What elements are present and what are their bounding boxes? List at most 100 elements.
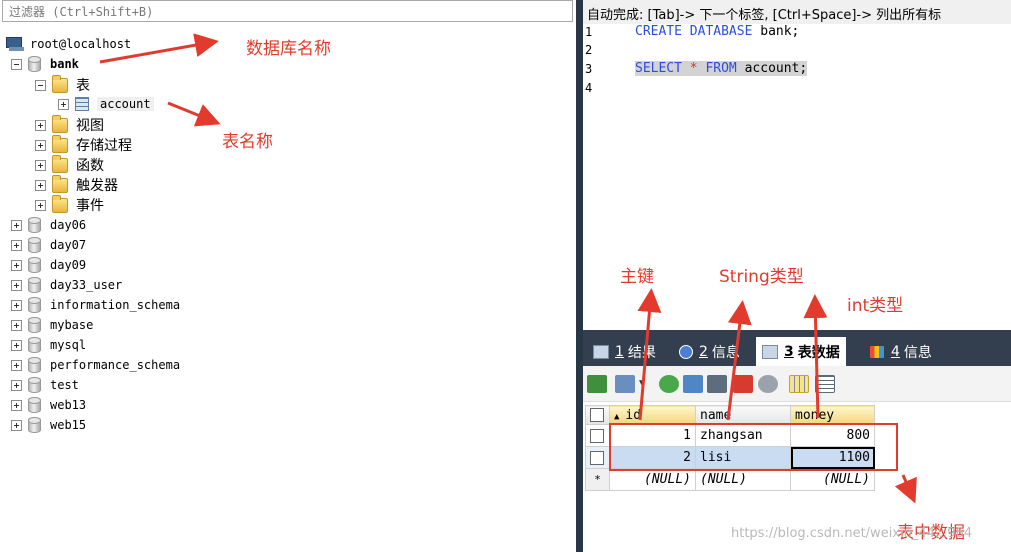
tab-label: 结果 bbox=[627, 344, 656, 361]
folder-icon bbox=[52, 74, 68, 93]
expand-icon[interactable] bbox=[35, 139, 46, 151]
tree-database[interactable]: day33_user bbox=[11, 275, 122, 295]
column-label: id bbox=[625, 407, 642, 423]
database-label: day06 bbox=[50, 218, 87, 232]
database-label: mysql bbox=[50, 338, 87, 352]
expand-icon[interactable] bbox=[35, 179, 46, 191]
sort-asc-icon: ▲ bbox=[614, 411, 620, 422]
row-checkbox[interactable] bbox=[585, 446, 610, 469]
grid-view-icon[interactable] bbox=[789, 375, 809, 393]
tree-table-account[interactable]: account bbox=[58, 94, 154, 114]
tree-server[interactable]: root@localhost bbox=[6, 34, 131, 54]
database-icon bbox=[28, 397, 41, 413]
cell-id[interactable]: (NULL) bbox=[609, 468, 696, 491]
filter-input[interactable]: 过滤器 (Ctrl+Shift+B) bbox=[2, 0, 573, 22]
expand-icon[interactable] bbox=[11, 419, 22, 431]
database-label: information_schema bbox=[50, 298, 181, 312]
tree-database[interactable]: mysql bbox=[11, 335, 86, 355]
table-data-icon bbox=[762, 344, 778, 359]
column-label: name bbox=[700, 407, 732, 423]
keyword: SELECT bbox=[635, 61, 682, 76]
folder-label: 触发器 bbox=[76, 178, 118, 194]
expand-icon[interactable] bbox=[11, 379, 22, 391]
tree-folder-tables[interactable]: 表 bbox=[35, 74, 90, 95]
expand-icon[interactable] bbox=[11, 219, 22, 231]
column-header-money[interactable]: money bbox=[790, 405, 875, 425]
tree-database[interactable]: web15 bbox=[11, 415, 86, 435]
cell-money[interactable]: (NULL) bbox=[790, 468, 875, 491]
database-icon bbox=[28, 257, 41, 273]
collapse-icon[interactable] bbox=[35, 79, 46, 91]
tree-database[interactable]: mybase bbox=[11, 315, 93, 335]
tab-number: 3 bbox=[784, 343, 794, 360]
database-icon bbox=[28, 377, 41, 393]
info-icon bbox=[679, 344, 693, 359]
tab-label: 信息 bbox=[711, 344, 740, 361]
new-row[interactable]: * (NULL) (NULL) (NULL) bbox=[585, 468, 875, 491]
folder-icon bbox=[52, 174, 68, 193]
import-icon[interactable] bbox=[615, 375, 635, 393]
tab-messages[interactable]: 2 信息 bbox=[673, 337, 746, 366]
tree-database[interactable]: test bbox=[11, 375, 79, 395]
folder-label: 存储过程 bbox=[76, 138, 132, 154]
column-header-name[interactable]: name bbox=[695, 405, 791, 425]
expand-icon[interactable] bbox=[35, 199, 46, 211]
expand-icon[interactable] bbox=[11, 359, 22, 371]
tree-folder[interactable]: 存储过程 bbox=[35, 134, 132, 155]
collapse-icon[interactable] bbox=[11, 58, 22, 70]
tree-database[interactable]: performance_schema bbox=[11, 355, 180, 375]
tree-database[interactable]: day09 bbox=[11, 255, 86, 275]
server-icon bbox=[6, 37, 24, 51]
code-line-3[interactable]: SELECT * FROM account; bbox=[635, 61, 808, 76]
text-view-icon[interactable] bbox=[815, 375, 835, 393]
database-label: mybase bbox=[50, 318, 94, 332]
expand-icon[interactable] bbox=[35, 119, 46, 131]
row-checkbox[interactable] bbox=[585, 424, 610, 447]
tree-db-bank[interactable]: bank bbox=[11, 54, 79, 74]
expand-icon[interactable] bbox=[58, 98, 69, 110]
column-header-id[interactable]: ▲ id bbox=[609, 405, 696, 425]
tree-folder[interactable]: 事件 bbox=[35, 194, 104, 215]
dropdown-icon[interactable]: ▼ bbox=[637, 378, 647, 396]
tree-database[interactable]: day07 bbox=[11, 235, 86, 255]
expand-icon[interactable] bbox=[11, 259, 22, 271]
tab-label: 信息 bbox=[903, 344, 932, 361]
tab-label: 表数据 bbox=[797, 344, 840, 361]
autocomplete-hint: 自动完成: [Tab]-> 下一个标签, [Ctrl+Space]-> 列出所有… bbox=[583, 0, 1011, 24]
save-icon[interactable] bbox=[707, 375, 727, 393]
expand-icon[interactable] bbox=[11, 279, 22, 291]
tree-database[interactable]: web13 bbox=[11, 395, 86, 415]
highlight-box bbox=[609, 423, 898, 471]
database-icon bbox=[28, 317, 41, 333]
folder-label: 表 bbox=[76, 78, 90, 94]
cancel-icon[interactable] bbox=[758, 375, 778, 393]
results-toolbar: ▼ bbox=[583, 366, 1011, 402]
add-row-icon[interactable] bbox=[659, 375, 679, 393]
code-line-1[interactable]: CREATE DATABASE bank; bbox=[635, 24, 799, 39]
delete-icon[interactable] bbox=[733, 375, 753, 393]
tree-folder[interactable]: 视图 bbox=[35, 114, 104, 135]
splitter[interactable] bbox=[576, 0, 583, 552]
folder-label: 函数 bbox=[76, 158, 104, 174]
expand-icon[interactable] bbox=[11, 319, 22, 331]
expand-icon[interactable] bbox=[11, 339, 22, 351]
tree-folder[interactable]: 触发器 bbox=[35, 174, 118, 195]
tab-table-data[interactable]: 3 表数据 bbox=[756, 337, 846, 366]
export-icon[interactable] bbox=[587, 375, 607, 393]
tree-database[interactable]: information_schema bbox=[11, 295, 180, 315]
expand-icon[interactable] bbox=[11, 239, 22, 251]
tree-database[interactable]: day06 bbox=[11, 215, 86, 235]
expand-icon[interactable] bbox=[11, 299, 22, 311]
folder-icon bbox=[52, 194, 68, 213]
tab-info[interactable]: 4 信息 bbox=[863, 337, 938, 366]
tab-results[interactable]: 1 结果 bbox=[587, 337, 662, 366]
expand-icon[interactable] bbox=[35, 159, 46, 171]
duplicate-row-icon[interactable] bbox=[683, 375, 703, 393]
tree-folder[interactable]: 函数 bbox=[35, 154, 104, 175]
cell-name[interactable]: (NULL) bbox=[695, 468, 791, 491]
grid-header-row: ▲ id name money bbox=[585, 405, 875, 425]
expand-icon[interactable] bbox=[11, 399, 22, 411]
keyword: DATABASE bbox=[689, 24, 753, 39]
select-all-checkbox[interactable] bbox=[585, 405, 610, 425]
table-label: account bbox=[97, 97, 154, 111]
